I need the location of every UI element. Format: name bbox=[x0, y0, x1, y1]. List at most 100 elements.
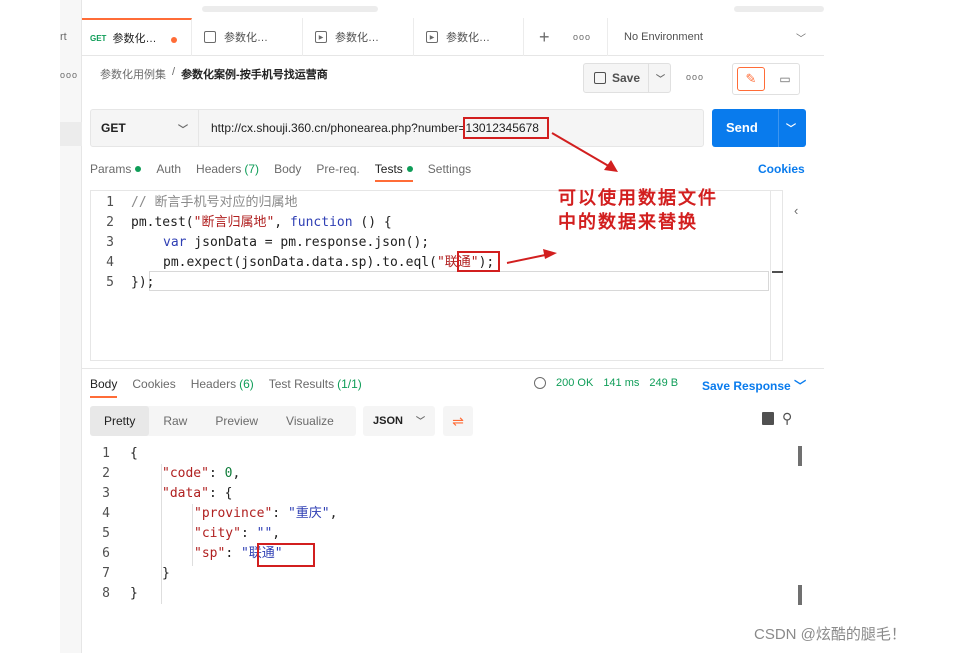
url-bar: GET ﹀ http://cx.shouji.360.cn/phonearea.… bbox=[90, 109, 704, 147]
line-number: 1 bbox=[102, 446, 110, 461]
tab-method: GET bbox=[90, 33, 107, 43]
scrollbar-thumb[interactable] bbox=[798, 446, 802, 466]
format-label: JSON bbox=[373, 415, 403, 427]
annotation-box-assert-value bbox=[457, 251, 500, 272]
json-key: "province" bbox=[194, 506, 273, 521]
pencil-icon[interactable]: ✎ bbox=[737, 67, 765, 91]
view-pretty[interactable]: Pretty bbox=[90, 406, 150, 436]
tab-pre-request[interactable]: Pre-req. bbox=[316, 162, 359, 176]
runner-icon: ▶ bbox=[315, 31, 327, 43]
more-actions-icon[interactable]: ooo bbox=[686, 72, 704, 82]
line-number: 4 bbox=[102, 506, 110, 521]
chevron-down-icon[interactable]: ﹀ bbox=[656, 72, 665, 85]
method-select[interactable]: GET ﹀ bbox=[91, 110, 199, 146]
tab-label: Params bbox=[90, 162, 132, 176]
tab-auth[interactable]: Auth bbox=[156, 162, 181, 176]
sidebar-label[interactable]: rt bbox=[60, 31, 67, 43]
tab-count: (1/1) bbox=[337, 377, 362, 391]
document-icon bbox=[204, 31, 216, 43]
tab-response-cookies[interactable]: Cookies bbox=[132, 377, 175, 391]
view-preview[interactable]: Preview bbox=[201, 406, 272, 436]
code-line: 2 pm.test("断言归属地", function () { bbox=[91, 213, 392, 233]
tab-body[interactable]: Body bbox=[274, 162, 301, 176]
json-line: 8} bbox=[82, 584, 138, 604]
new-tab-button[interactable]: + bbox=[539, 18, 550, 56]
code-string: "断言归属地" bbox=[193, 215, 275, 230]
sidebar-more-icon[interactable]: ooo bbox=[60, 70, 78, 80]
sidebar-selected-item[interactable] bbox=[60, 122, 82, 146]
tab-test-results[interactable]: Test Results (1/1) bbox=[269, 377, 362, 391]
tab-response-body[interactable]: Body bbox=[90, 377, 118, 398]
json-value: "" bbox=[256, 526, 273, 541]
method-label: GET bbox=[101, 121, 126, 135]
line-number: 5 bbox=[102, 526, 110, 541]
status-code[interactable]: 200 OK bbox=[556, 377, 593, 389]
tab-tests[interactable]: Tests bbox=[374, 162, 413, 182]
response-body-viewer[interactable]: 1{ 2 "code": 0, 3 "data": { 4 "province": "… bbox=[82, 444, 824, 614]
tab-label: Cookies bbox=[132, 377, 176, 391]
environment-selector[interactable]: No Environment ﹀ bbox=[607, 18, 824, 56]
search-icon[interactable]: ⚲ bbox=[782, 410, 792, 427]
annotation-note: 可以使用数据文件 中的数据来替换 bbox=[558, 187, 758, 235]
line-number: 2 bbox=[106, 215, 114, 230]
line-number: 6 bbox=[102, 546, 110, 561]
json-line: 6 "sp": "联通" bbox=[82, 544, 282, 564]
json-key: "city" bbox=[194, 526, 241, 541]
request-tab[interactable]: 参数化… bbox=[192, 18, 303, 56]
code-line: 1 // 断言手机号对应的归属地 bbox=[91, 193, 297, 213]
tabs-more-icon[interactable]: ooo bbox=[573, 32, 591, 42]
chevron-down-icon: ﹀ bbox=[415, 416, 425, 426]
unsaved-dot-icon bbox=[171, 37, 177, 43]
code-text: jsonData = pm.response.json(); bbox=[186, 235, 430, 250]
breadcrumb: 参数化用例集 / 参数化案例-按手机号找运营商 bbox=[100, 66, 328, 82]
response-tabs: Body Cookies Headers (6) Test Results (1/1… bbox=[90, 377, 377, 398]
runner-icon: ▶ bbox=[426, 31, 438, 43]
postman-workspace: GET 参数化… 参数化… ▶ 参数化… ▶ 参数化… + ooo No Env… bbox=[82, 0, 824, 653]
scrollbar-thumb[interactable] bbox=[772, 271, 783, 273]
tab-settings[interactable]: Settings bbox=[428, 162, 471, 176]
editor-scrollbar[interactable] bbox=[770, 191, 783, 360]
send-label: Send bbox=[726, 120, 758, 135]
response-time[interactable]: 141 ms bbox=[603, 377, 639, 389]
save-response-button[interactable]: Save Response ﹀ bbox=[702, 377, 806, 394]
request-tab[interactable]: ▶ 参数化… bbox=[414, 18, 524, 56]
code-text: () { bbox=[352, 215, 392, 230]
divider bbox=[82, 368, 824, 369]
view-raw[interactable]: Raw bbox=[149, 406, 201, 436]
globe-icon[interactable] bbox=[534, 377, 546, 389]
scrollbar-thumb[interactable] bbox=[798, 585, 802, 605]
json-key: "data" bbox=[162, 486, 209, 501]
format-select[interactable]: JSON ﹀ bbox=[363, 406, 435, 436]
line-number: 8 bbox=[102, 586, 110, 601]
chevron-down-icon: ﹀ bbox=[796, 34, 806, 45]
wrap-lines-icon[interactable]: ⇌ bbox=[443, 406, 473, 436]
request-tab[interactable]: ▶ 参数化… bbox=[303, 18, 414, 56]
breadcrumb-collection[interactable]: 参数化用例集 bbox=[100, 66, 166, 82]
chevron-down-icon[interactable]: ﹀ bbox=[786, 120, 796, 135]
response-size[interactable]: 249 B bbox=[649, 377, 678, 389]
tab-label: Headers bbox=[196, 162, 242, 176]
save-response-label: Save Response bbox=[702, 379, 791, 393]
chevron-left-icon[interactable]: ‹ bbox=[794, 203, 798, 218]
copy-icon[interactable] bbox=[762, 412, 774, 425]
tab-title: 参数化… bbox=[112, 33, 157, 45]
annotation-line: 可以使用数据文件 bbox=[558, 188, 718, 209]
code-keyword: function bbox=[289, 215, 353, 230]
tab-params[interactable]: Params bbox=[90, 162, 142, 176]
view-visualize[interactable]: Visualize bbox=[272, 406, 348, 436]
request-tab-active[interactable]: GET 参数化… bbox=[82, 18, 192, 56]
tab-headers[interactable]: Headers (7) bbox=[196, 162, 259, 176]
json-value: "重庆" bbox=[287, 506, 330, 521]
send-button[interactable]: Send ﹀ bbox=[712, 109, 806, 147]
code-line: 3 var jsonData = pm.response.json(); bbox=[91, 233, 429, 253]
sidebar-strip: rt ooo bbox=[60, 0, 82, 653]
annotation-line: 中的数据来替换 bbox=[558, 212, 698, 233]
breadcrumb-request[interactable]: 参数化案例-按手机号找运营商 bbox=[181, 66, 328, 82]
save-button[interactable]: Save ﹀ bbox=[583, 63, 671, 93]
save-icon bbox=[594, 72, 606, 84]
tab-title: 参数化… bbox=[335, 32, 379, 44]
comment-icon[interactable]: ▭ bbox=[773, 67, 797, 91]
tab-label: Tests bbox=[374, 162, 403, 176]
cookies-link[interactable]: Cookies bbox=[758, 162, 805, 176]
tab-response-headers[interactable]: Headers (6) bbox=[191, 377, 254, 391]
